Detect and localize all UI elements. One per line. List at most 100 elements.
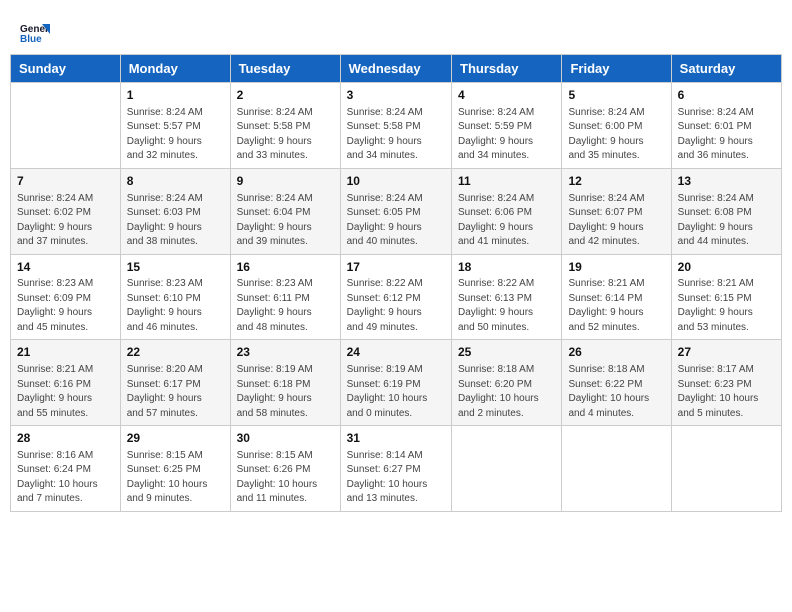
- day-info: Sunrise: 8:24 AM Sunset: 6:03 PM Dayligh…: [127, 192, 224, 250]
- day-number: 9: [237, 173, 334, 190]
- day-info: Sunrise: 8:24 AM Sunset: 6:04 PM Dayligh…: [237, 192, 334, 250]
- calendar-cell: 21Sunrise: 8:21 AM Sunset: 6:16 PM Dayli…: [11, 340, 121, 426]
- day-number: 2: [237, 87, 334, 104]
- calendar-cell: 27 Sunrise: 8:17 AM Sunset: 6:23 PM Dayli…: [671, 340, 781, 426]
- day-info: Sunrise: 8:17 AM Sunset: 6:23 PM Dayligh…: [678, 363, 775, 421]
- day-number: 7: [17, 173, 114, 190]
- header-day-thursday: Thursday: [452, 55, 562, 83]
- calendar-cell: 30 Sunrise: 8:15 AM Sunset: 6:26 PM Dayli…: [230, 426, 340, 512]
- header-day-saturday: Saturday: [671, 55, 781, 83]
- day-info: Sunrise: 8:15 AM Sunset: 6:26 PM Dayligh…: [237, 449, 334, 507]
- header-day-sunday: Sunday: [11, 55, 121, 83]
- calendar-week-row: 28 Sunrise: 8:16 AM Sunset: 6:24 PM Dayli…: [11, 426, 782, 512]
- day-info: Sunrise: 8:15 AM Sunset: 6:25 PM Dayligh…: [127, 449, 224, 507]
- calendar-cell: 20Sunrise: 8:21 AM Sunset: 6:15 PM Dayli…: [671, 254, 781, 340]
- calendar-cell: 9 Sunrise: 8:24 AM Sunset: 6:04 PM Daylig…: [230, 168, 340, 254]
- calendar-cell: 6 Sunrise: 8:24 AM Sunset: 6:01 PM Daylig…: [671, 83, 781, 169]
- day-info: Sunrise: 8:21 AM Sunset: 6:15 PM Dayligh…: [678, 277, 775, 335]
- calendar-cell: 11 Sunrise: 8:24 AM Sunset: 6:06 PM Dayli…: [452, 168, 562, 254]
- day-number: 28: [17, 430, 114, 447]
- calendar-cell: 28 Sunrise: 8:16 AM Sunset: 6:24 PM Dayli…: [11, 426, 121, 512]
- calendar-cell: 2 Sunrise: 8:24 AM Sunset: 5:58 PM Daylig…: [230, 83, 340, 169]
- day-info: Sunrise: 8:21 AM Sunset: 6:14 PM Dayligh…: [568, 277, 664, 335]
- day-info: Sunrise: 8:24 AM Sunset: 6:07 PM Dayligh…: [568, 192, 664, 250]
- calendar-cell: 29Sunrise: 8:15 AM Sunset: 6:25 PM Dayli…: [120, 426, 230, 512]
- day-info: Sunrise: 8:24 AM Sunset: 6:01 PM Dayligh…: [678, 106, 775, 164]
- day-info: Sunrise: 8:14 AM Sunset: 6:27 PM Dayligh…: [347, 449, 445, 507]
- calendar-header-row: SundayMondayTuesdayWednesdayThursdayFrid…: [11, 55, 782, 83]
- day-number: 24: [347, 344, 445, 361]
- day-number: 13: [678, 173, 775, 190]
- day-info: Sunrise: 8:18 AM Sunset: 6:22 PM Dayligh…: [568, 363, 664, 421]
- header-day-tuesday: Tuesday: [230, 55, 340, 83]
- day-number: 22: [127, 344, 224, 361]
- day-number: 14: [17, 259, 114, 276]
- day-number: 30: [237, 430, 334, 447]
- calendar-cell: 5Sunrise: 8:24 AM Sunset: 6:00 PM Daylig…: [562, 83, 671, 169]
- day-info: Sunrise: 8:24 AM Sunset: 6:05 PM Dayligh…: [347, 192, 445, 250]
- day-number: 4: [458, 87, 555, 104]
- day-number: 31: [347, 430, 445, 447]
- day-number: 18: [458, 259, 555, 276]
- calendar-cell: 15Sunrise: 8:23 AM Sunset: 6:10 PM Dayli…: [120, 254, 230, 340]
- day-info: Sunrise: 8:24 AM Sunset: 5:59 PM Dayligh…: [458, 106, 555, 164]
- day-info: Sunrise: 8:18 AM Sunset: 6:20 PM Dayligh…: [458, 363, 555, 421]
- day-info: Sunrise: 8:20 AM Sunset: 6:17 PM Dayligh…: [127, 363, 224, 421]
- calendar-week-row: 21Sunrise: 8:21 AM Sunset: 6:16 PM Dayli…: [11, 340, 782, 426]
- day-number: 5: [568, 87, 664, 104]
- day-info: Sunrise: 8:24 AM Sunset: 6:06 PM Dayligh…: [458, 192, 555, 250]
- calendar-cell: 7 Sunrise: 8:24 AM Sunset: 6:02 PM Daylig…: [11, 168, 121, 254]
- day-number: 12: [568, 173, 664, 190]
- day-info: Sunrise: 8:21 AM Sunset: 6:16 PM Dayligh…: [17, 363, 114, 421]
- day-info: Sunrise: 8:19 AM Sunset: 6:18 PM Dayligh…: [237, 363, 334, 421]
- calendar-cell: 12 Sunrise: 8:24 AM Sunset: 6:07 PM Dayli…: [562, 168, 671, 254]
- day-info: Sunrise: 8:24 AM Sunset: 5:58 PM Dayligh…: [347, 106, 445, 164]
- day-number: 6: [678, 87, 775, 104]
- logo-icon: General Blue: [20, 20, 50, 44]
- calendar-week-row: 7 Sunrise: 8:24 AM Sunset: 6:02 PM Daylig…: [11, 168, 782, 254]
- day-number: 20: [678, 259, 775, 276]
- day-info: Sunrise: 8:24 AM Sunset: 5:57 PM Dayligh…: [127, 106, 224, 164]
- day-number: 8: [127, 173, 224, 190]
- day-number: 10: [347, 173, 445, 190]
- calendar-cell: 1Sunrise: 8:24 AM Sunset: 5:57 PM Daylig…: [120, 83, 230, 169]
- day-info: Sunrise: 8:23 AM Sunset: 6:10 PM Dayligh…: [127, 277, 224, 335]
- calendar-cell: [452, 426, 562, 512]
- calendar-table: SundayMondayTuesdayWednesdayThursdayFrid…: [10, 54, 782, 512]
- calendar-cell: 31 Sunrise: 8:14 AM Sunset: 6:27 PM Dayli…: [340, 426, 451, 512]
- calendar-cell: 26 Sunrise: 8:18 AM Sunset: 6:22 PM Dayli…: [562, 340, 671, 426]
- calendar-cell: 19Sunrise: 8:21 AM Sunset: 6:14 PM Dayli…: [562, 254, 671, 340]
- day-number: 25: [458, 344, 555, 361]
- calendar-cell: 3Sunrise: 8:24 AM Sunset: 5:58 PM Daylig…: [340, 83, 451, 169]
- calendar-cell: [11, 83, 121, 169]
- calendar-cell: 25 Sunrise: 8:18 AM Sunset: 6:20 PM Dayli…: [452, 340, 562, 426]
- calendar-cell: [671, 426, 781, 512]
- day-info: Sunrise: 8:16 AM Sunset: 6:24 PM Dayligh…: [17, 449, 114, 507]
- day-info: Sunrise: 8:19 AM Sunset: 6:19 PM Dayligh…: [347, 363, 445, 421]
- day-number: 15: [127, 259, 224, 276]
- day-info: Sunrise: 8:23 AM Sunset: 6:09 PM Dayligh…: [17, 277, 114, 335]
- day-number: 26: [568, 344, 664, 361]
- calendar-cell: 13 Sunrise: 8:24 AM Sunset: 6:08 PM Dayli…: [671, 168, 781, 254]
- header-day-friday: Friday: [562, 55, 671, 83]
- svg-text:Blue: Blue: [20, 34, 42, 44]
- day-number: 16: [237, 259, 334, 276]
- day-info: Sunrise: 8:22 AM Sunset: 6:12 PM Dayligh…: [347, 277, 445, 335]
- calendar-cell: 8 Sunrise: 8:24 AM Sunset: 6:03 PM Daylig…: [120, 168, 230, 254]
- header-day-wednesday: Wednesday: [340, 55, 451, 83]
- calendar-cell: 24 Sunrise: 8:19 AM Sunset: 6:19 PM Dayli…: [340, 340, 451, 426]
- calendar-cell: 4 Sunrise: 8:24 AM Sunset: 5:59 PM Daylig…: [452, 83, 562, 169]
- day-info: Sunrise: 8:24 AM Sunset: 6:02 PM Dayligh…: [17, 192, 114, 250]
- day-info: Sunrise: 8:23 AM Sunset: 6:11 PM Dayligh…: [237, 277, 334, 335]
- day-info: Sunrise: 8:24 AM Sunset: 5:58 PM Dayligh…: [237, 106, 334, 164]
- day-info: Sunrise: 8:22 AM Sunset: 6:13 PM Dayligh…: [458, 277, 555, 335]
- calendar-cell: 14Sunrise: 8:23 AM Sunset: 6:09 PM Dayli…: [11, 254, 121, 340]
- calendar-cell: 17Sunrise: 8:22 AM Sunset: 6:12 PM Dayli…: [340, 254, 451, 340]
- header-day-monday: Monday: [120, 55, 230, 83]
- day-info: Sunrise: 8:24 AM Sunset: 6:08 PM Dayligh…: [678, 192, 775, 250]
- day-number: 11: [458, 173, 555, 190]
- logo: General Blue: [20, 20, 54, 44]
- calendar-week-row: 14Sunrise: 8:23 AM Sunset: 6:09 PM Dayli…: [11, 254, 782, 340]
- calendar-cell: 23Sunrise: 8:19 AM Sunset: 6:18 PM Dayli…: [230, 340, 340, 426]
- day-number: 27: [678, 344, 775, 361]
